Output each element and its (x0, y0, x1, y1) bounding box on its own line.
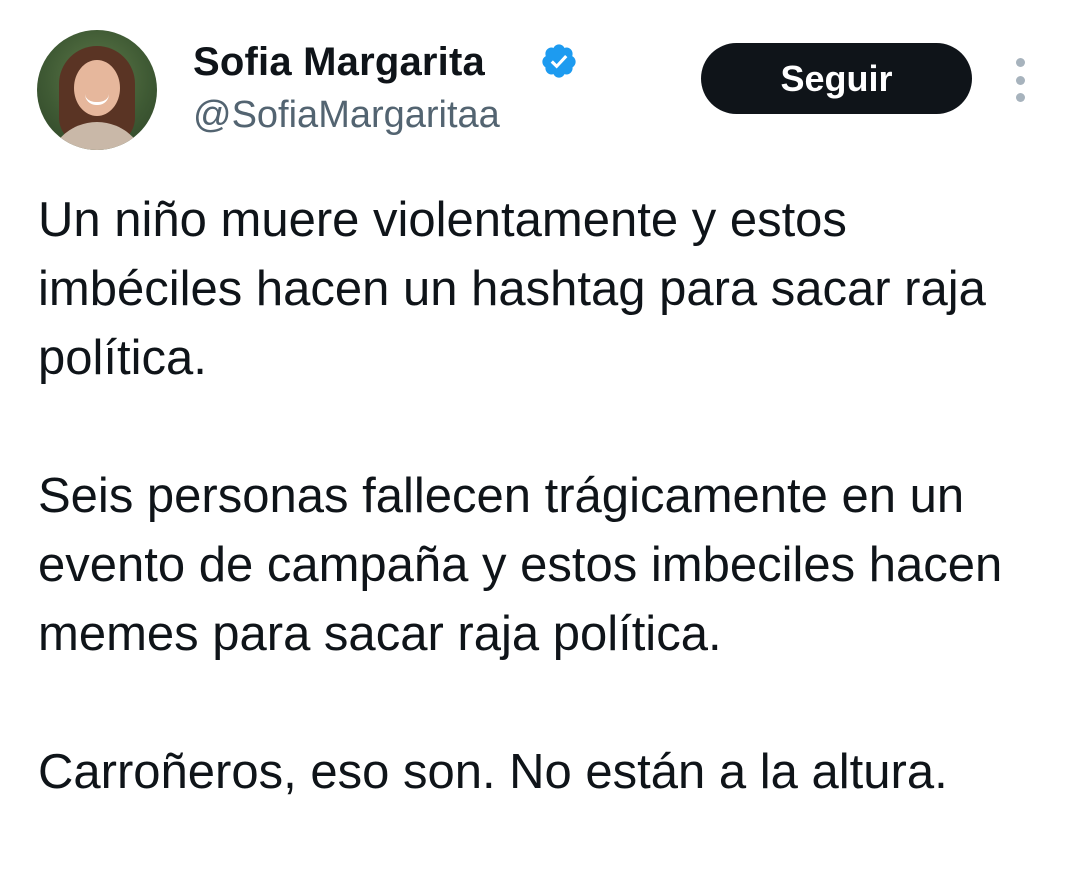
tweet-paragraph: Un niño muere violentamente y estos imbé… (38, 193, 986, 385)
follow-button[interactable]: Seguir (701, 43, 972, 114)
tweet-text: Un niño muere violentamente y estos imbé… (38, 186, 1048, 807)
user-handle[interactable]: @SofiaMargaritaa (193, 94, 500, 137)
more-dot (1015, 93, 1025, 102)
display-name[interactable]: Sofia Margarita (193, 40, 485, 85)
verified-badge-icon (542, 44, 576, 78)
avatar[interactable] (37, 30, 157, 150)
tweet-paragraph: Seis personas fallecen trágicamente en u… (38, 469, 1003, 661)
more-dot (1015, 58, 1025, 67)
avatar-face (74, 60, 120, 116)
more-dot (1015, 75, 1025, 85)
tweet-card: Sofia Margarita @SofiaMargaritaa Seguir … (0, 0, 1080, 891)
more-vertical-icon[interactable] (1008, 58, 1032, 102)
tweet-paragraph: Carroñeros, eso son. No están a la altur… (38, 745, 948, 799)
